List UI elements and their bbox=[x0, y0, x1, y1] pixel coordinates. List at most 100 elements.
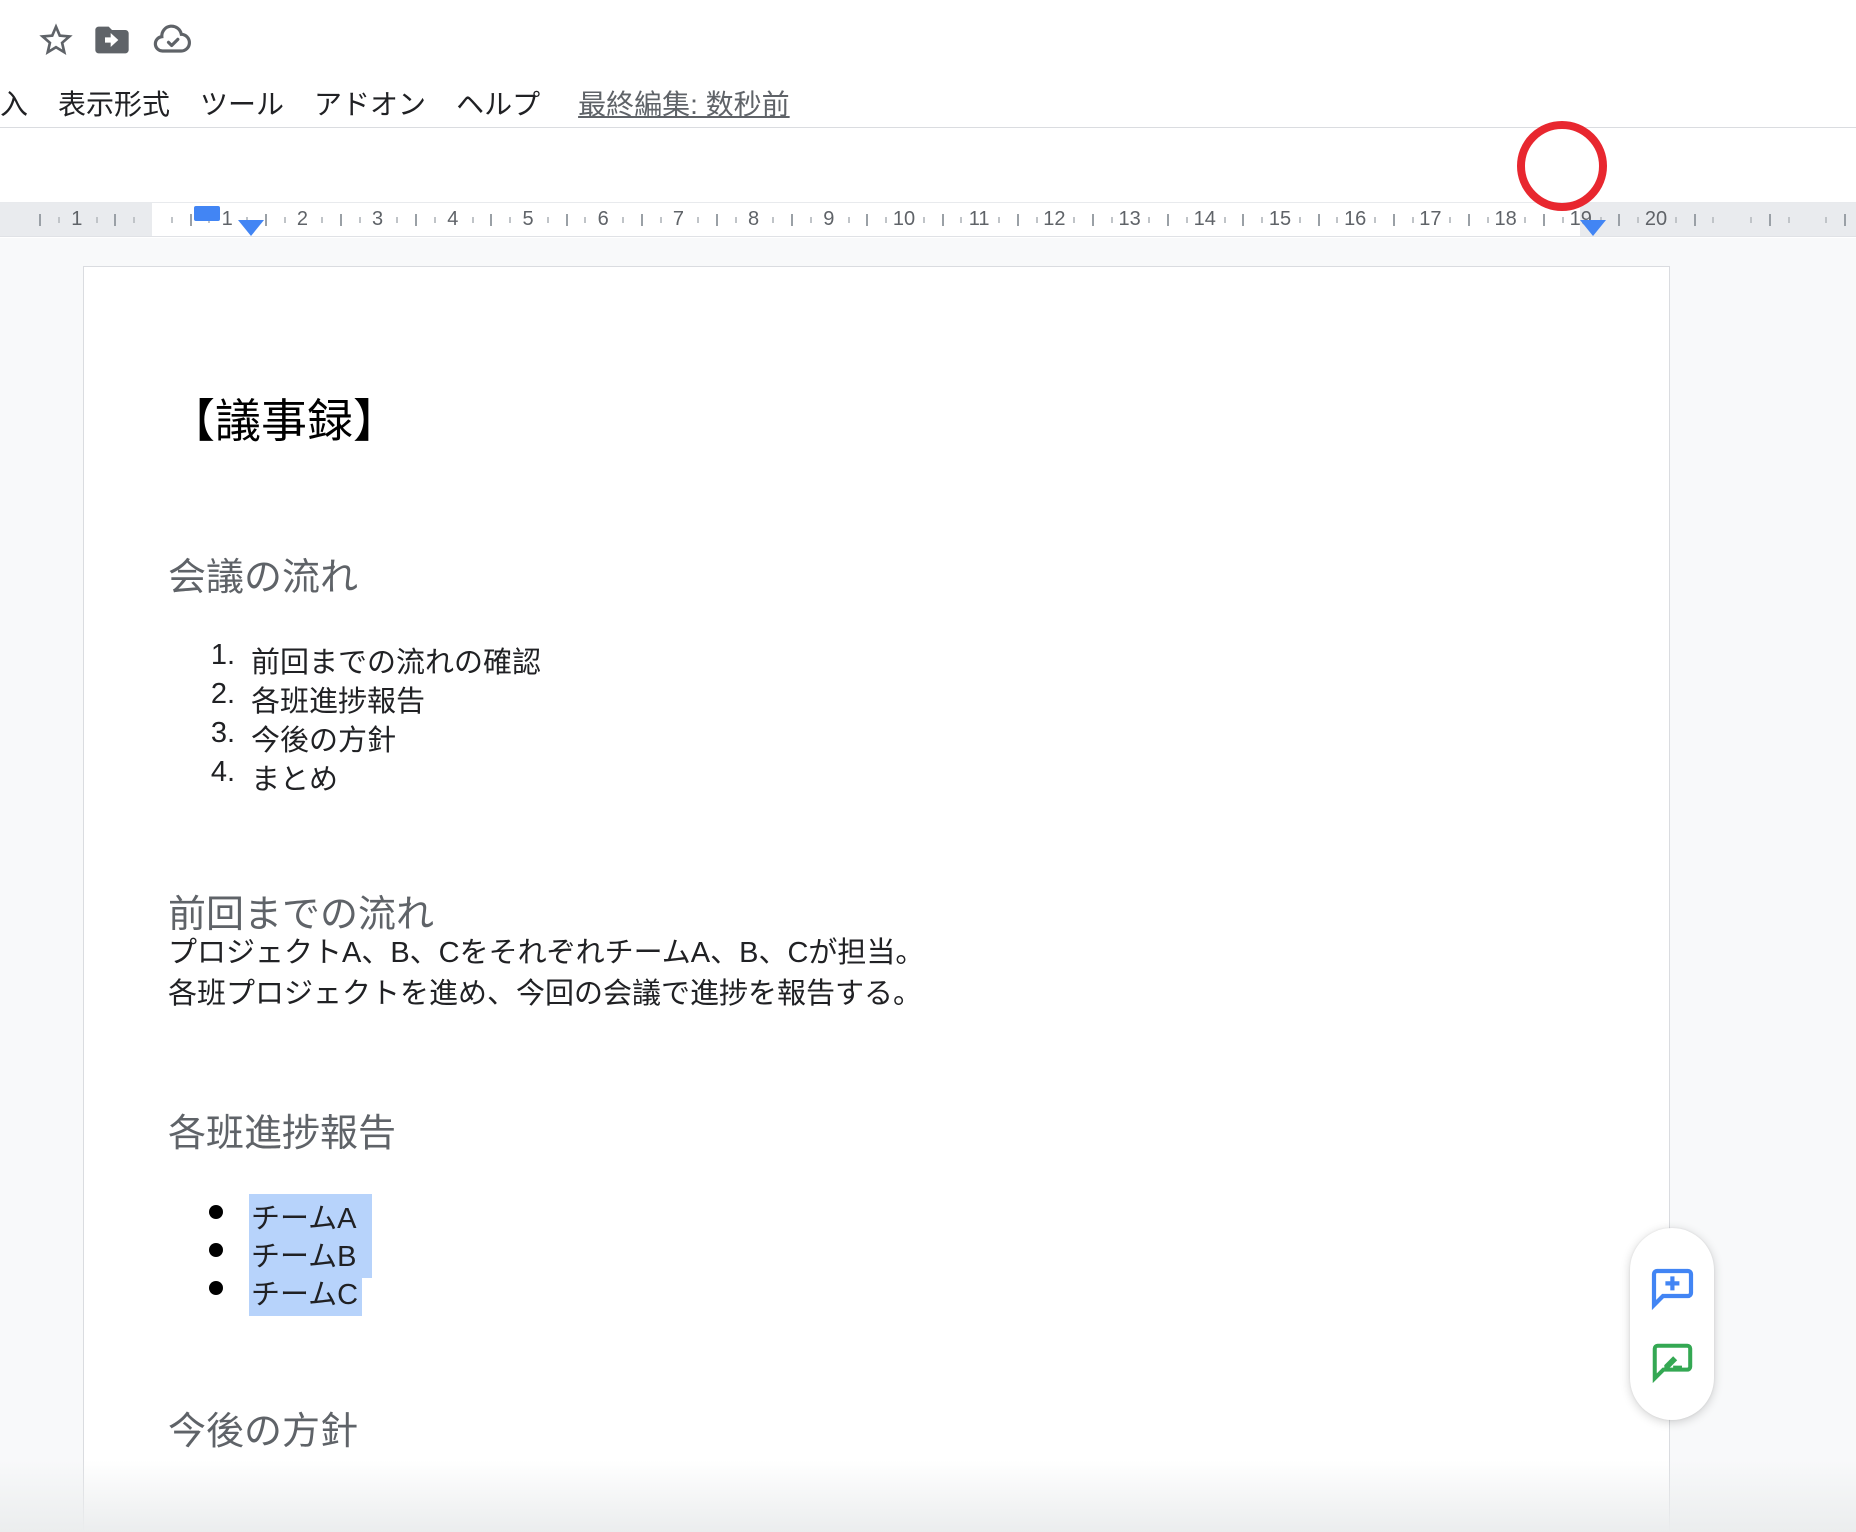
ruler-tick bbox=[866, 214, 868, 226]
bullet-dot bbox=[209, 1281, 223, 1295]
ruler-tick bbox=[1318, 214, 1320, 226]
ruler-tick bbox=[622, 217, 624, 223]
ruler-tick bbox=[1092, 214, 1094, 226]
bullet-dot bbox=[209, 1243, 223, 1257]
team-list-item: チームA bbox=[84, 1194, 1669, 1232]
ruler-tick bbox=[1844, 214, 1846, 226]
menu-item[interactable]: 表示形式 bbox=[58, 83, 170, 123]
ruler-tick bbox=[490, 214, 492, 226]
ruler-tick bbox=[434, 217, 436, 223]
ruler-tick bbox=[848, 217, 850, 223]
ruler-number: 2 bbox=[290, 208, 314, 231]
ruler-tick bbox=[96, 217, 98, 223]
team-bullet-list: チームA チームB チームC bbox=[84, 1194, 1669, 1308]
ruler-tick bbox=[735, 217, 737, 223]
menu-item[interactable]: 入 bbox=[0, 83, 28, 123]
ruler-number: 15 bbox=[1268, 208, 1292, 231]
ruler-number: 13 bbox=[1118, 208, 1142, 231]
paragraph-line: プロジェクトA、B、CをそれぞれチームA、B、Cが担当。 bbox=[168, 933, 924, 974]
ruler-tick bbox=[772, 217, 774, 223]
document-canvas: 【議事録】 会議の流れ 1. 前回までの流れの確認 2. 各班進捗報告 3. 今… bbox=[0, 238, 1856, 1532]
ruler-number: 6 bbox=[591, 208, 615, 231]
ruler-tick bbox=[1299, 217, 1301, 223]
ruler-tick bbox=[171, 217, 173, 223]
ruler-tick bbox=[566, 214, 568, 226]
ruler-tick bbox=[1788, 217, 1790, 223]
menu-item[interactable]: アドオン bbox=[314, 83, 426, 123]
ruler-tick bbox=[265, 214, 267, 226]
ruler-tick bbox=[1694, 214, 1696, 226]
ruler-tick bbox=[472, 217, 474, 223]
ruler-tick bbox=[284, 217, 286, 223]
ruler-tick bbox=[1562, 217, 1564, 223]
ruler-tick bbox=[1468, 214, 1470, 226]
ruler-tick bbox=[1618, 214, 1620, 226]
ruler-tick bbox=[923, 217, 925, 223]
ruler-tick bbox=[1524, 217, 1526, 223]
previous-paragraph: プロジェクトA、B、CをそれぞれチームA、B、Cが担当。各班プロジェクトを進め、… bbox=[168, 933, 924, 1015]
ruler-tick bbox=[1637, 217, 1639, 223]
ruler-tick bbox=[641, 214, 643, 226]
ruler-tick bbox=[584, 217, 586, 223]
document-page[interactable]: 【議事録】 会議の流れ 1. 前回までの流れの確認 2. 各班進捗報告 3. 今… bbox=[83, 266, 1670, 1532]
team-list-item: チームC bbox=[84, 1270, 1669, 1308]
ruler-number: 4 bbox=[441, 208, 465, 231]
ruler-tick bbox=[960, 217, 962, 223]
ruler-tick bbox=[547, 217, 549, 223]
heading-agenda: 会議の流れ bbox=[168, 546, 358, 601]
ruler-number: 14 bbox=[1193, 208, 1217, 231]
ruler-tick bbox=[359, 217, 361, 223]
list-number: 2. bbox=[168, 678, 235, 711]
ruler-number: 18 bbox=[1494, 208, 1518, 231]
ruler-tick bbox=[1675, 217, 1677, 223]
add-comment-fab[interactable] bbox=[1648, 1264, 1696, 1312]
ruler-tick bbox=[1261, 217, 1263, 223]
ruler-tick bbox=[58, 217, 60, 223]
ruler-tick bbox=[1750, 217, 1752, 223]
left-indent-marker[interactable] bbox=[238, 220, 264, 236]
ruler-tick bbox=[1167, 214, 1169, 226]
ruler-number: 8 bbox=[742, 208, 766, 231]
agenda-list-item: 1. 前回までの流れの確認 bbox=[84, 639, 1669, 678]
ruler-number: 20 bbox=[1644, 208, 1668, 231]
ruler-number: 17 bbox=[1418, 208, 1442, 231]
list-item-text: 今後の方針 bbox=[251, 717, 396, 759]
ruler-tick bbox=[1017, 214, 1019, 226]
right-indent-marker[interactable] bbox=[1580, 220, 1606, 236]
ruler-tick bbox=[942, 214, 944, 226]
google-docs-window: 入表示形式ツールアドオンヘルプ 最終編集: 数秒前 標準テキス... Arial… bbox=[0, 0, 1856, 1532]
ruler-tick bbox=[1036, 217, 1038, 223]
first-line-indent-marker[interactable] bbox=[194, 206, 220, 221]
list-item-text: まとめ bbox=[251, 756, 338, 798]
list-number: 4. bbox=[168, 756, 235, 789]
ruler-number: 11 bbox=[967, 208, 991, 231]
ruler-number: 1 bbox=[65, 208, 89, 231]
ruler-tick bbox=[1186, 217, 1188, 223]
ruler-tick bbox=[1374, 217, 1376, 223]
ruler-tick bbox=[810, 217, 812, 223]
ruler-tick bbox=[340, 214, 342, 226]
suggest-edits-fab[interactable] bbox=[1649, 1339, 1695, 1385]
selected-team-text[interactable]: チームC bbox=[249, 1270, 362, 1316]
menu-bar: 入表示形式ツールアドオンヘルプ 最終編集: 数秒前 bbox=[0, 78, 1856, 127]
menu-item[interactable]: ツール bbox=[200, 83, 284, 123]
ruler-tick bbox=[396, 217, 398, 223]
paragraph-line: 各班プロジェクトを進め、今回の会議で進捗を報告する。 bbox=[168, 974, 924, 1015]
ruler-tick bbox=[791, 214, 793, 226]
ruler-tick bbox=[1543, 214, 1545, 226]
star-icon[interactable] bbox=[36, 20, 76, 60]
document-title: 【議事録】 bbox=[169, 385, 399, 451]
ruler-tick bbox=[660, 217, 662, 223]
ruler-tick bbox=[1769, 214, 1771, 226]
ruler-tick bbox=[697, 217, 699, 223]
agenda-list-item: 4. まとめ bbox=[84, 756, 1669, 795]
list-item-text: 各班進捗報告 bbox=[251, 678, 425, 720]
ruler-tick bbox=[1242, 214, 1244, 226]
ruler-tick bbox=[1224, 217, 1226, 223]
floating-action-pill bbox=[1630, 1228, 1714, 1420]
menu-item[interactable]: ヘルプ bbox=[456, 83, 540, 123]
list-item-text: 前回までの流れの確認 bbox=[251, 639, 541, 681]
move-folder-icon[interactable] bbox=[92, 20, 132, 60]
last-edited-link[interactable]: 最終編集: 数秒前 bbox=[578, 83, 790, 123]
bullet-dot bbox=[209, 1205, 223, 1219]
